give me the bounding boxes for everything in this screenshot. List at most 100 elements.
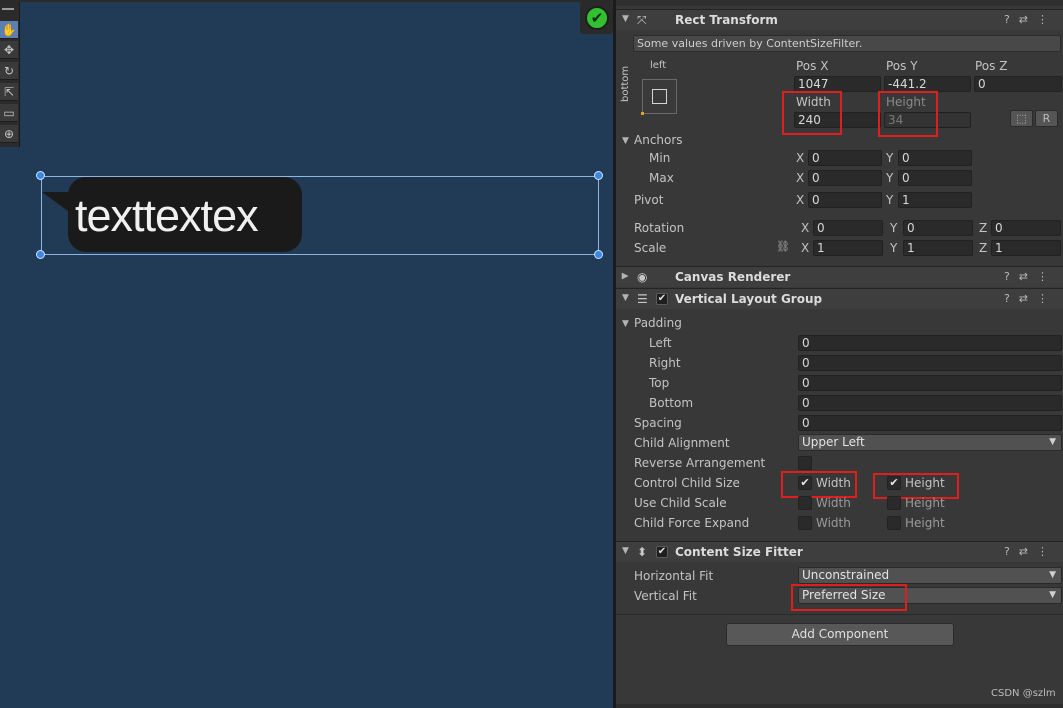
collapse-arrow-icon[interactable]: ▼ [622, 14, 629, 24]
rect-transform-header[interactable]: ▼ ⤧ Rect Transform ?⇄⋮ [616, 9, 1063, 30]
help-icon[interactable]: ? [1004, 292, 1019, 305]
canvas-renderer-header[interactable]: ▼ ◉ Canvas Renderer ?⇄⋮ [616, 266, 1063, 287]
padding-left-field[interactable]: 0 [798, 335, 1062, 351]
rotation-x-field[interactable]: 0 [813, 220, 883, 236]
reverse-arrangement-checkbox[interactable] [798, 456, 812, 470]
presets-icon[interactable]: ⇄ [1019, 270, 1037, 283]
collapse-arrow-icon[interactable]: ▼ [622, 546, 629, 556]
child-alignment-dropdown[interactable]: Upper Left ▼ [798, 434, 1062, 451]
menu-icon[interactable]: ⋮ [1037, 270, 1057, 283]
content-size-fitter-header[interactable]: ▼ ⬍ ✔ Content Size Fitter ?⇄⋮ [616, 541, 1063, 562]
expand-height-label: Height [905, 516, 945, 530]
expand-height-checkbox[interactable] [887, 516, 901, 530]
padding-top-field[interactable]: 0 [798, 375, 1062, 391]
add-component-button[interactable]: Add Component [726, 623, 954, 646]
rect-handle-top-left[interactable] [36, 171, 45, 180]
padding-right-field[interactable]: 0 [798, 355, 1062, 371]
control-child-size-label: Control Child Size [634, 476, 740, 490]
pos-z-field[interactable]: 0 [974, 76, 1062, 92]
rotation-x-label: X [801, 221, 810, 235]
anchor-min-x-field[interactable]: 0 [808, 150, 882, 166]
anchor-max-x-field[interactable]: 0 [808, 170, 882, 186]
padding-foldout-icon[interactable]: ▼ [622, 319, 629, 329]
component-enabled-checkbox[interactable]: ✔ [656, 293, 668, 305]
raw-edit-button[interactable]: R [1035, 110, 1058, 127]
component-enabled-checkbox[interactable]: ✔ [656, 546, 668, 558]
fitter-icon: ⬍ [637, 545, 648, 559]
rotation-z-label: Z [979, 221, 988, 235]
scene-status-button[interactable]: ✔ [580, 2, 613, 34]
anchor-max-y-label: Y [886, 171, 894, 185]
rotation-z-field[interactable]: 0 [991, 220, 1061, 236]
component-title: Rect Transform [675, 13, 778, 27]
vertical-layout-group-header[interactable]: ▼ ☰ ✔ Vertical Layout Group ?⇄⋮ [616, 288, 1063, 309]
rotation-y-field[interactable]: 0 [903, 220, 973, 236]
anchors-foldout-icon[interactable]: ▼ [622, 136, 629, 146]
scale-height-checkbox[interactable] [887, 496, 901, 510]
horizontal-fit-label: Horizontal Fit [634, 569, 714, 583]
rect-handle-top-right[interactable] [594, 171, 603, 180]
padding-bottom-label: Bottom [649, 396, 694, 410]
anchor-min-label: Min [649, 151, 671, 165]
scene-view[interactable]: ✋ ✥ ↻ ⇱ ▭ ⊕ ✔ texttextex [0, 0, 613, 708]
scale-height-label: Height [905, 496, 945, 510]
help-icon[interactable]: ? [1004, 545, 1019, 558]
scale-z-field[interactable]: 1 [991, 240, 1061, 256]
menu-icon[interactable]: ⋮ [1037, 545, 1057, 558]
presets-icon[interactable]: ⇄ [1019, 13, 1037, 26]
anchor-max-y-field[interactable]: 0 [898, 170, 972, 186]
scale-x-field[interactable]: 1 [813, 240, 883, 256]
help-icon[interactable]: ? [1004, 270, 1019, 283]
highlight-control-width [781, 471, 857, 498]
padding-left-label: Left [649, 336, 672, 350]
collapse-arrow-icon[interactable]: ▼ [622, 293, 629, 303]
padding-bottom-field[interactable]: 0 [798, 395, 1062, 411]
menu-icon[interactable]: ⋮ [1037, 13, 1057, 26]
child-force-expand-label: Child Force Expand [634, 516, 750, 530]
component-title: Canvas Renderer [675, 270, 791, 284]
pivot-x-field[interactable]: 0 [808, 192, 882, 208]
help-icon[interactable]: ? [1004, 13, 1019, 26]
highlight-height [878, 91, 938, 137]
palette-grip-icon[interactable] [2, 8, 14, 10]
scale-label: Scale [634, 241, 667, 255]
rotate-tool-icon[interactable]: ↻ [0, 62, 18, 80]
constrain-proportions-icon[interactable]: ⛓ [776, 240, 790, 253]
scale-x-label: X [801, 241, 810, 255]
hand-tool-icon[interactable]: ✋ [0, 21, 18, 39]
chevron-down-icon: ▼ [1049, 590, 1056, 600]
rect-tool-icon[interactable]: ▭ [0, 104, 18, 122]
presets-icon[interactable]: ⇄ [1019, 545, 1037, 558]
pos-x-field[interactable]: 1047 [794, 76, 881, 92]
menu-icon[interactable]: ⋮ [1037, 292, 1057, 305]
spacing-field[interactable]: 0 [798, 415, 1062, 431]
move-tool-icon[interactable]: ✥ [0, 41, 18, 59]
scale-width-checkbox[interactable] [798, 496, 812, 510]
vertical-fit-label: Vertical Fit [634, 589, 697, 603]
rect-handle-bottom-left[interactable] [36, 250, 45, 259]
scale-tool-icon[interactable]: ⇱ [0, 83, 18, 101]
child-alignment-value: Upper Left [802, 435, 865, 449]
tool-palette: ✋ ✥ ↻ ⇱ ▭ ⊕ [0, 2, 20, 147]
scene-top-border [0, 0, 613, 2]
rect-handle-bottom-right[interactable] [594, 250, 603, 259]
pivot-y-field[interactable]: 1 [898, 192, 972, 208]
expand-arrow-icon[interactable]: ▼ [620, 273, 630, 280]
anchor-min-x-label: X [796, 151, 805, 165]
anchor-presets-button[interactable] [641, 79, 677, 115]
pos-y-field[interactable]: -441.2 [884, 76, 971, 92]
anchor-point-icon [641, 112, 644, 115]
header-icons: ?⇄⋮ [1004, 13, 1057, 26]
horizontal-fit-dropdown[interactable]: Unconstrained ▼ [798, 567, 1062, 584]
presets-icon[interactable]: ⇄ [1019, 292, 1037, 305]
rect-selection-box[interactable] [41, 176, 599, 255]
scale-y-field[interactable]: 1 [903, 240, 973, 256]
transform-tool-icon[interactable]: ⊕ [0, 125, 18, 143]
scale-y-label: Y [890, 241, 898, 255]
anchor-min-y-field[interactable]: 0 [898, 150, 972, 166]
component-title: Vertical Layout Group [675, 292, 823, 306]
blueprint-mode-button[interactable]: ⬚ [1010, 110, 1033, 127]
expand-width-checkbox[interactable] [798, 516, 812, 530]
anchor-max-x-label: X [796, 171, 805, 185]
expand-width-label: Width [816, 516, 851, 530]
